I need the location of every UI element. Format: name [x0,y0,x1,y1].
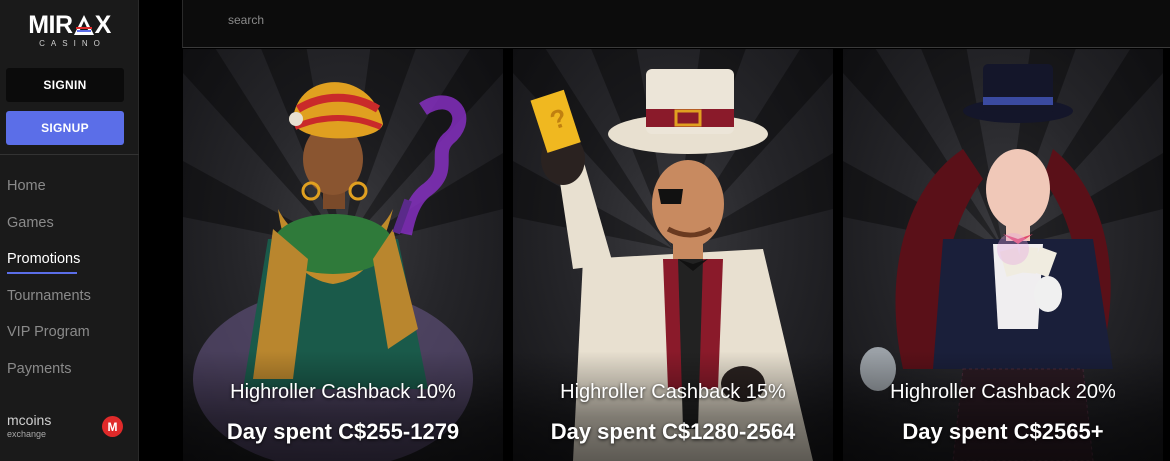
nav-item-tournaments[interactable]: Tournaments [0,278,139,315]
nav-item-home[interactable]: Home [0,168,139,205]
logo-text-right: X [94,10,112,39]
signup-button[interactable]: SIGNUP [6,111,124,145]
nav-item-label: VIP Program [7,324,90,341]
promo-title: Highroller Cashback 10% [230,381,456,403]
mcoins-subtitle: exchange [7,429,47,439]
promo-title: Highroller Cashback 20% [890,381,1116,403]
nav-item-games[interactable]: Games [0,205,139,242]
logo-text-left: MIR [28,10,73,39]
promo-subtitle: Day spent C$1280-2564 [550,419,796,444]
sidebar-nav: Home Games Promotions Tournaments VIP Pr… [0,168,139,387]
layout-gutter [139,0,182,461]
nav-item-label: Games [7,214,54,231]
search-input[interactable] [228,13,528,27]
nav-item-payments[interactable]: Payments [0,351,139,388]
mcoins-exchange-link[interactable]: mcoins exchange [7,412,51,439]
top-header [182,0,1170,48]
sidebar-divider [0,154,139,155]
nav-item-label: Home [7,178,46,195]
promo-card-cashback-15[interactable]: ? Highroller Cashback 15% Day spent C$12… [513,49,833,461]
nav-item-vip-program[interactable]: VIP Program [0,314,139,351]
logo-wordmark: MIR X [28,10,112,39]
sidebar: MIR X CASINO SIGNIN SIGNUP Home Games Pr… [0,0,139,461]
mcoin-icon[interactable]: M [102,416,123,437]
signin-button[interactable]: SIGNIN [6,68,124,102]
nav-item-promotions[interactable]: Promotions [0,241,139,278]
nav-item-label: Payments [7,360,72,377]
mcoins-title: mcoins [7,412,52,428]
promo-card-cashback-20[interactable]: Highroller Cashback 20% Day spent C$2565… [843,49,1163,461]
logo-subtitle: CASINO [39,38,106,48]
active-nav-indicator [7,271,77,274]
promo-subtitle: Day spent C$2565+ [902,419,1104,444]
promo-title: Highroller Cashback 15% [560,381,786,403]
promo-subtitle: Day spent C$255-1279 [226,419,460,444]
logo-a-mark [73,14,95,36]
mirax-casino-logo[interactable]: MIR X CASINO [0,0,139,60]
nav-item-label: Tournaments [7,287,91,304]
nav-item-label: Promotions [7,251,81,268]
promo-card-cashback-10[interactable]: Highroller Cashback 10% Day spent C$255-… [183,49,503,461]
